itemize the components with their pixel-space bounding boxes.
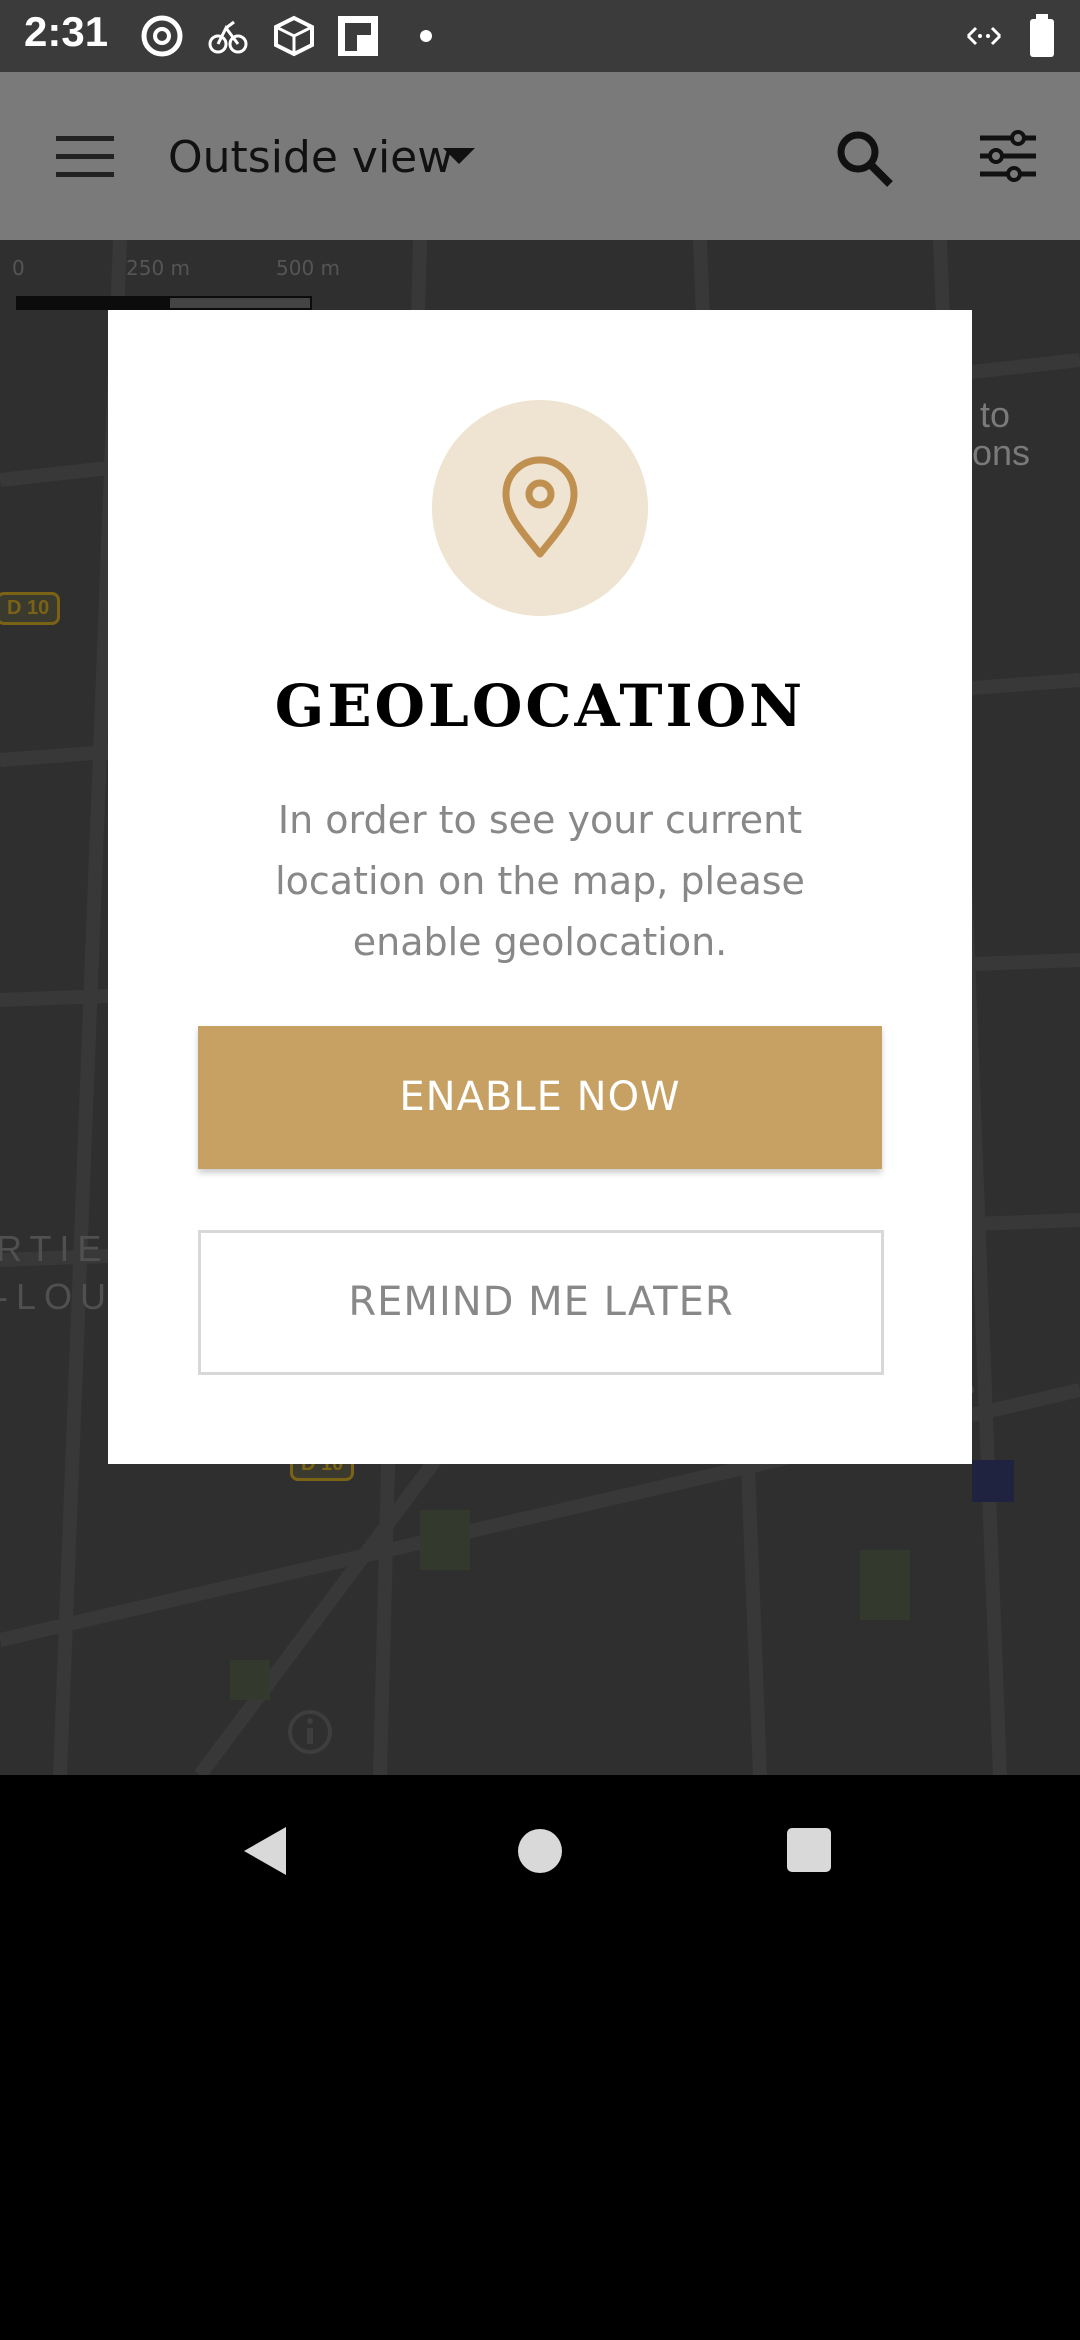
dialog-message: In order to see your current location on… — [275, 798, 805, 964]
view-selector-label: Outside view — [168, 132, 454, 183]
enable-now-button[interactable]: ENABLE NOW — [198, 1026, 882, 1169]
dialog-title: GEOLOCATION — [274, 672, 806, 740]
status-bar: 2:31 — [0, 0, 1080, 72]
notification-dot-icon — [420, 30, 432, 42]
road-badge: D 10 — [0, 592, 61, 625]
nav-fab-label: ons — [972, 432, 1031, 473]
location-icon-badge — [432, 400, 648, 616]
scale-label: 500 m — [276, 256, 341, 280]
scale-label: 250 m — [126, 256, 191, 280]
bike-icon — [208, 20, 248, 54]
remind-me-later-button[interactable]: REMIND ME LATER — [198, 1230, 884, 1375]
chevron-down-icon — [443, 148, 475, 164]
district-label: -LOU — [0, 1276, 115, 1317]
status-time: 2:31 — [24, 8, 109, 55]
app-bar: Outside view — [0, 72, 1080, 240]
target-icon — [141, 15, 183, 57]
nav-fab-label: to — [980, 394, 1011, 435]
info-icon[interactable] — [286, 1708, 334, 1756]
flipboard-icon — [338, 16, 378, 56]
data-saver-icon — [966, 26, 1002, 46]
hamburger-menu-icon[interactable] — [56, 134, 114, 180]
box-icon — [274, 15, 314, 57]
location-pin-icon — [502, 456, 578, 558]
back-icon[interactable] — [240, 1825, 290, 1877]
search-icon[interactable] — [834, 128, 894, 188]
home-icon[interactable] — [516, 1827, 564, 1875]
recents-icon[interactable] — [786, 1827, 832, 1873]
battery-icon — [1030, 14, 1054, 57]
scale-label: 0 — [12, 256, 25, 280]
sliders-icon[interactable] — [978, 130, 1038, 182]
system-nav-bar — [0, 1775, 1080, 1920]
geolocation-dialog: GEOLOCATION In order to see your current… — [108, 310, 972, 1464]
